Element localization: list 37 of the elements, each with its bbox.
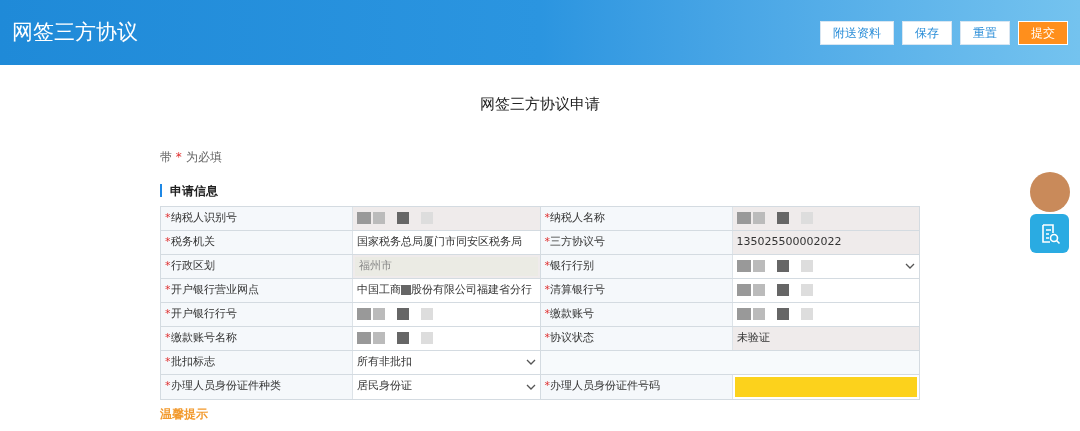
field-label: *清算银行号	[544, 281, 605, 298]
field-label: *开户银行行号	[165, 305, 237, 322]
field-label: *协议状态	[544, 329, 594, 346]
field-label: *办理人员身份证件种类	[165, 378, 281, 395]
field-label: *批扣标志	[165, 353, 215, 370]
field-value: 股份有限公司福建省分行	[411, 281, 532, 298]
field-label: *开户银行营业网点	[165, 281, 259, 298]
assistant-avatar[interactable]	[1030, 172, 1070, 212]
field-label: *三方协议号	[544, 233, 605, 250]
field-value: 中国工商	[357, 281, 401, 298]
header-button[interactable]: 附送资料	[820, 20, 894, 45]
select-field[interactable]: 居民身份证	[357, 378, 536, 395]
required-note: 带 * 为必填	[160, 149, 222, 164]
field-value: 未验证	[736, 329, 770, 346]
field-label: *缴款账号名称	[165, 329, 237, 346]
field-value: 135025500002022	[736, 233, 842, 250]
field-label: *税务机关	[165, 233, 215, 250]
chevron-down-icon	[525, 383, 536, 390]
field-label: *缴款账号	[544, 305, 594, 322]
chevron-down-icon	[525, 359, 536, 365]
header-button[interactable]: 保存	[902, 20, 952, 45]
field-label: *纳税人识别号	[165, 209, 237, 226]
tips-title: 温馨提示	[160, 406, 208, 421]
chevron-down-icon	[905, 263, 915, 269]
field-label: *银行行别	[544, 257, 594, 274]
field-label: *办理人员身份证件号码	[544, 378, 660, 395]
select-field[interactable]: 所有非批扣	[357, 353, 536, 371]
app-title: 网签三方协议	[12, 18, 138, 46]
redacted-block	[401, 285, 411, 295]
section-title: 申请信息	[170, 182, 218, 200]
field-label: *纳税人名称	[544, 209, 605, 226]
header-button[interactable]: 重置	[960, 20, 1010, 45]
header-button[interactable]: 提交	[1018, 20, 1068, 45]
document-search-button[interactable]	[1030, 214, 1069, 253]
page-title: 网签三方协议申请	[480, 94, 600, 115]
field-label: *行政区划	[165, 257, 215, 274]
field-value: 国家税务总局厦门市同安区税务局	[357, 233, 522, 250]
